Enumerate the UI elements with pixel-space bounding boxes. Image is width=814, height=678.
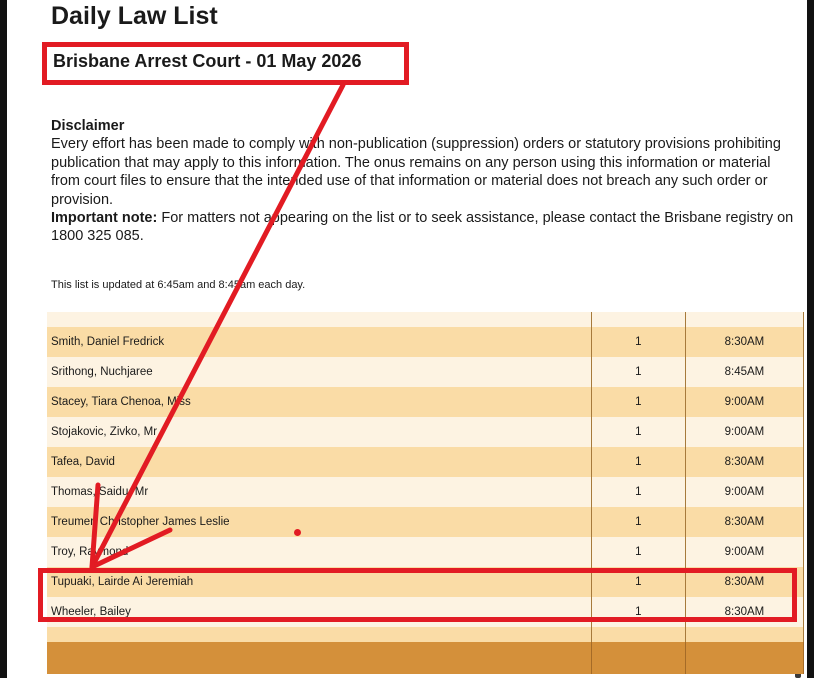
court-number: 1 (591, 627, 686, 642)
defendant-name (47, 312, 592, 327)
important-note-label: Important note: (51, 210, 158, 227)
page-title: Daily Law List (51, 2, 218, 30)
listing-time: 8:30AM (685, 597, 805, 627)
table-row: Thomas, Saidu, Mr 1 9:00AM (47, 477, 805, 507)
disclaimer-body: Every effort has been made to comply wit… (51, 136, 781, 208)
listing-time: 8:30AM (685, 447, 805, 477)
table-row: Troy, Raymond 1 9:00AM (47, 537, 805, 567)
table-row: Stojakovic, Zivko, Mr 1 9:00AM (47, 417, 805, 447)
court-number: 1 (591, 537, 686, 567)
table-row: Wilson, Jasian Zeke, Mr18:30AM (47, 627, 805, 642)
listing-time: 9:00AM (685, 387, 805, 417)
defendant-name: Tafea, David (47, 447, 592, 477)
footer-cell (685, 642, 805, 674)
window-right-border (807, 0, 814, 678)
court-heading: Brisbane Arrest Court - 01 May 2026 (53, 51, 362, 71)
table-row (47, 312, 805, 327)
disclaimer-title: Disclaimer (51, 118, 125, 134)
footer-cell (47, 642, 592, 674)
court-number: 1 (591, 327, 686, 357)
table-row: Tupuaki, Lairde Ai Jeremiah 1 8:30AM (47, 567, 805, 597)
listing-time: 8:30AM (685, 327, 805, 357)
important-note: Important note: For matters not appearin… (51, 209, 801, 246)
table-row: Wheeler, Bailey 1 8:30AM (47, 597, 805, 627)
disclaimer-section: Disclaimer Every effort has been made to… (51, 117, 801, 246)
court-number (591, 312, 686, 327)
defendant-name: Wilson, Jasian Zeke, Mr (47, 627, 592, 642)
annotation-dot (294, 529, 301, 536)
defendant-name: Srithong, Nuchjaree (47, 357, 592, 387)
court-number: 1 (591, 477, 686, 507)
court-number: 1 (591, 597, 686, 627)
window-left-border (0, 0, 7, 678)
table-row: Tafea, David 1 8:30AM (47, 447, 805, 477)
defendant-name: Treumer, Christopher James Leslie (47, 507, 592, 537)
defendant-name: Tupuaki, Lairde Ai Jeremiah (47, 567, 592, 597)
listing-time: 9:00AM (685, 537, 805, 567)
footer-cell (591, 642, 686, 674)
court-number: 1 (591, 447, 686, 477)
listing-time: 9:00AM (685, 477, 805, 507)
important-note-text: For matters not appearing on the list or… (51, 210, 794, 245)
court-number: 1 (591, 357, 686, 387)
listing-time (685, 312, 805, 327)
defendant-name: Smith, Daniel Fredrick (47, 327, 592, 357)
listing-time: 8:30AM (685, 507, 805, 537)
defendant-name: Stacey, Tiara Chenoa, Miss (47, 387, 592, 417)
table-row: Smith, Daniel Fredrick 1 8:30AM (47, 327, 805, 357)
defendant-name: Troy, Raymond (47, 537, 592, 567)
update-note: This list is updated at 6:45am and 8:45a… (51, 279, 306, 291)
listing-time: 9:00AM (685, 417, 805, 447)
defendant-name: Wheeler, Bailey (47, 597, 592, 627)
court-number: 1 (591, 567, 686, 597)
court-number: 1 (591, 387, 686, 417)
court-number: 1 (591, 507, 686, 537)
table-row: Treumer, Christopher James Leslie 1 8:30AM (47, 507, 805, 537)
table-footer-row (47, 642, 805, 674)
law-list-table: Smith, Daniel Fredrick 1 8:30AM Srithong, N… (47, 312, 805, 674)
table-row: Stacey, Tiara Chenoa, Miss 1 9:00AM (47, 387, 805, 417)
defendant-name: Stojakovic, Zivko, Mr (47, 417, 592, 447)
listing-time: 8:30AM (685, 627, 805, 642)
listing-time: 8:30AM (685, 567, 805, 597)
court-number: 1 (591, 417, 686, 447)
listing-time: 8:45AM (685, 357, 805, 387)
table-row: Srithong, Nuchjaree 1 8:45AM (47, 357, 805, 387)
defendant-name: Thomas, Saidu, Mr (47, 477, 592, 507)
